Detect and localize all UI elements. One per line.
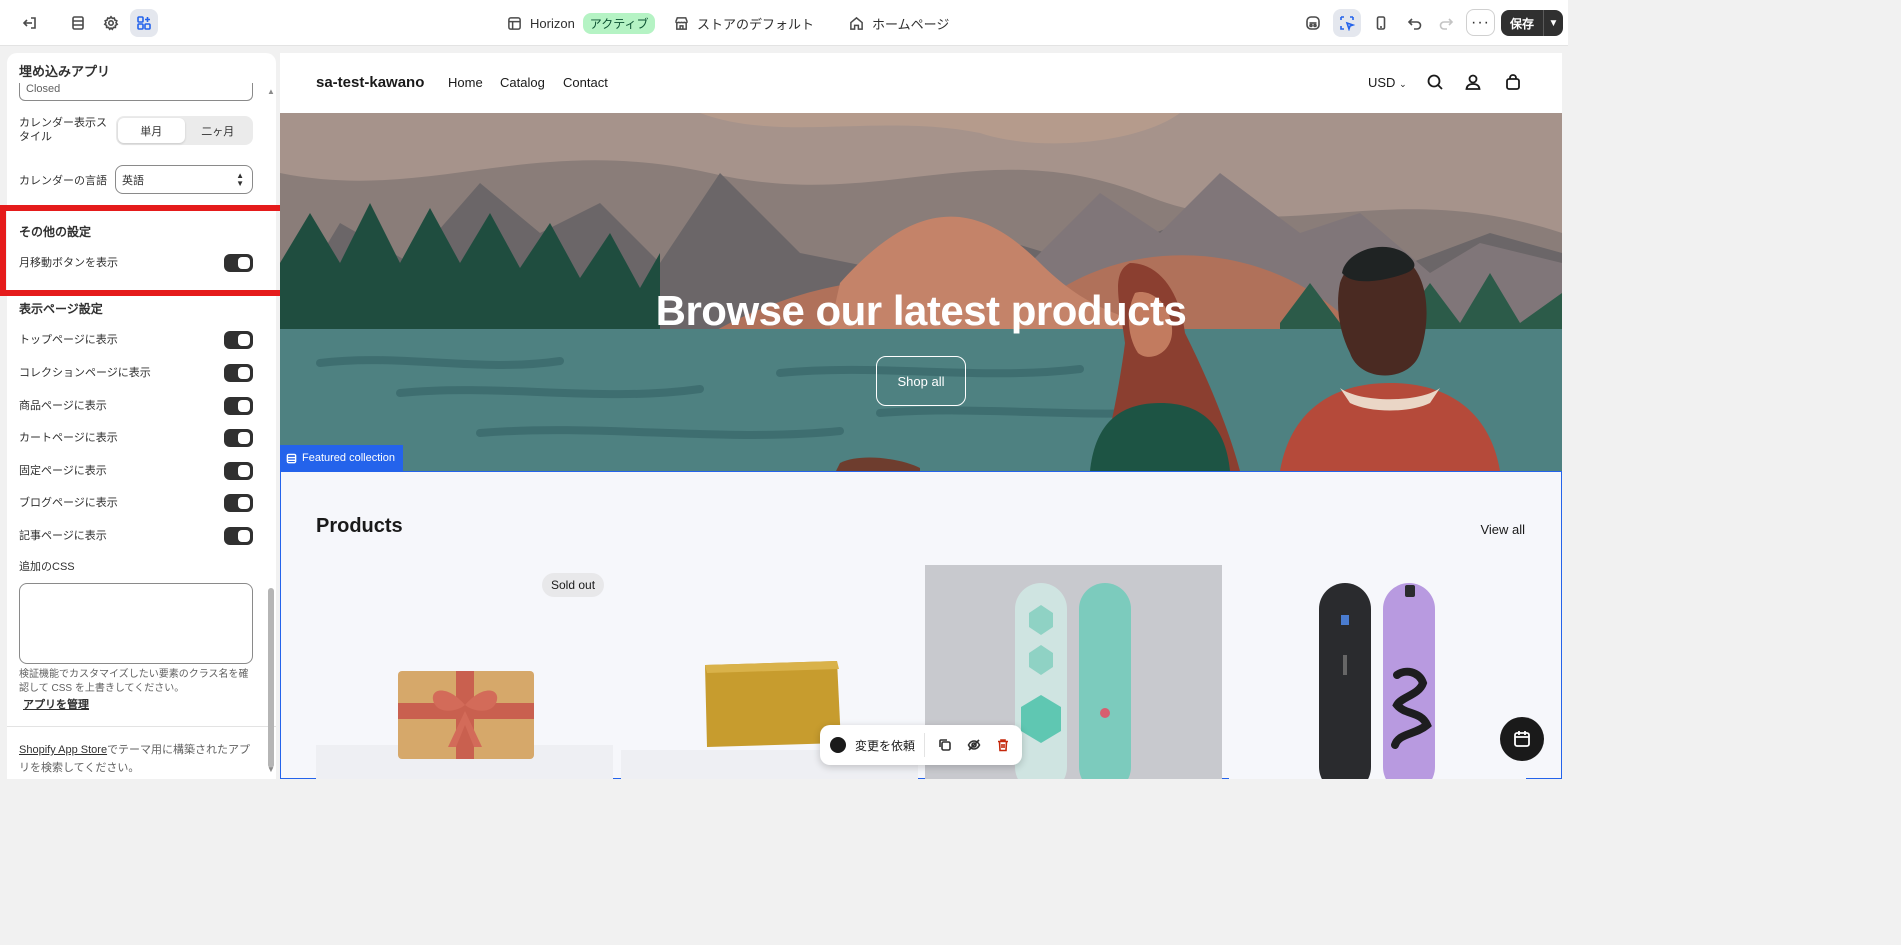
inspector-icon[interactable] bbox=[1299, 9, 1327, 37]
footer-note: Shopify App Storeでテーマ用に構築されたアプリを検索してください… bbox=[19, 741, 255, 777]
mobile-view-icon[interactable] bbox=[1367, 9, 1395, 37]
delete-icon[interactable] bbox=[994, 736, 1012, 754]
undo-icon[interactable] bbox=[1401, 9, 1429, 37]
page-setting-label: 商品ページに表示 bbox=[19, 400, 107, 412]
store-preview: sa-test-kawano Home Catalog Contact USD … bbox=[280, 53, 1562, 779]
scroll-up-icon[interactable]: ▲ bbox=[267, 87, 275, 96]
toggle-collection-page[interactable] bbox=[224, 364, 253, 382]
sold-out-badge: Sold out bbox=[542, 573, 605, 597]
toggle-article-page[interactable] bbox=[224, 527, 253, 545]
hero-banner: Browse our latest products Shop all bbox=[280, 113, 1562, 471]
calendar-style-label: カレンダー表示スタイル bbox=[19, 117, 107, 143]
currency-selector[interactable]: USD ⌄ bbox=[1368, 75, 1407, 90]
page-selector-label: ホームページ bbox=[872, 16, 950, 32]
nav-contact[interactable]: Contact bbox=[563, 75, 608, 90]
theme-name: Horizon bbox=[530, 15, 575, 31]
save-button[interactable]: 保存 ▼ bbox=[1501, 10, 1563, 36]
gear-icon[interactable] bbox=[97, 9, 125, 37]
more-options-button[interactable]: ··· bbox=[1466, 9, 1495, 36]
account-icon[interactable] bbox=[1464, 73, 1482, 91]
calendar-icon bbox=[1514, 731, 1530, 747]
product-card-snowboard-purple[interactable] bbox=[1229, 565, 1526, 779]
page-setting-label: ブログページに表示 bbox=[19, 497, 118, 509]
duplicate-icon[interactable] bbox=[936, 736, 954, 754]
products-title: Products bbox=[316, 515, 403, 537]
app-avatar-icon bbox=[830, 737, 846, 753]
editor-topbar: Horizon アクティブ ストアのデフォルト ホームページ ··· 保存 ▼ bbox=[0, 0, 1568, 46]
redo-icon[interactable] bbox=[1432, 9, 1460, 37]
toggle-product-page[interactable] bbox=[224, 397, 253, 415]
toggle-top-page[interactable] bbox=[224, 331, 253, 349]
toolbar-divider bbox=[924, 733, 926, 757]
calendar-fab-button[interactable] bbox=[1500, 717, 1544, 761]
shop-all-button[interactable]: Shop all bbox=[876, 356, 966, 406]
settings-sidebar: 埋め込みアプリ Closed カレンダー表示スタイル 単月 二ヶ月 カレンダーの… bbox=[7, 53, 276, 779]
sidebar-scrollbar[interactable]: ▲ ▼ bbox=[267, 83, 275, 774]
save-label: 保存 bbox=[1509, 16, 1534, 31]
toggle-cart-page[interactable] bbox=[224, 429, 253, 447]
closed-text-field[interactable]: Closed bbox=[19, 83, 253, 101]
scroll-down-icon[interactable]: ▼ bbox=[267, 765, 275, 774]
page-settings-title: 表示ページ設定 bbox=[19, 302, 103, 316]
select-cursor-icon[interactable] bbox=[1333, 9, 1361, 37]
css-label: 追加のCSS bbox=[19, 561, 75, 573]
nav-catalog[interactable]: Catalog bbox=[500, 75, 545, 90]
calendar-style-segment: 単月 二ヶ月 bbox=[116, 116, 253, 145]
snowboard-purple-image bbox=[1229, 565, 1526, 779]
page-setting-label: 固定ページに表示 bbox=[19, 465, 107, 477]
hide-icon[interactable] bbox=[965, 736, 983, 754]
product-card-gift[interactable]: Sold out bbox=[316, 565, 613, 779]
page-setting-label: コレクションページに表示 bbox=[19, 367, 151, 379]
toggle-fixed-page[interactable] bbox=[224, 462, 253, 480]
cart-icon[interactable] bbox=[1504, 73, 1522, 91]
exit-icon[interactable] bbox=[16, 9, 44, 37]
theme-selector[interactable]: Horizon アクティブ bbox=[507, 0, 656, 46]
app-store-link[interactable]: Shopify App Store bbox=[19, 744, 107, 756]
gift-box-image bbox=[316, 565, 613, 779]
page-setting-label: カートページに表示 bbox=[19, 432, 118, 444]
segment-single-month[interactable]: 単月 bbox=[118, 118, 185, 143]
layout-icon bbox=[508, 16, 521, 30]
sidebar-divider bbox=[7, 726, 276, 727]
store-icon bbox=[675, 16, 688, 30]
search-icon[interactable] bbox=[1426, 73, 1444, 91]
segment-two-months[interactable]: 二ヶ月 bbox=[185, 118, 252, 143]
view-all-link[interactable]: View all bbox=[1480, 522, 1525, 537]
calendar-lang-select[interactable]: 英語 ▲ ▼ bbox=[115, 165, 253, 194]
hero-title: Browse our latest products bbox=[655, 287, 1187, 334]
store-default-selector[interactable]: ストアのデフォルト bbox=[674, 0, 814, 46]
section-icon bbox=[286, 453, 297, 463]
nav-home[interactable]: Home bbox=[448, 75, 483, 90]
manage-app-link[interactable]: アプリを管理 bbox=[23, 696, 89, 712]
chevron-down-icon[interactable]: ▼ bbox=[1544, 18, 1563, 29]
sidebar-title: 埋め込みアプリ bbox=[19, 64, 111, 79]
page-selector[interactable]: ホームページ bbox=[849, 0, 949, 46]
toggle-blog-page[interactable] bbox=[224, 494, 253, 512]
select-chevrons-icon: ▲ ▼ bbox=[236, 171, 244, 188]
calendar-lang-label: カレンダーの言語 bbox=[19, 175, 107, 187]
home-icon bbox=[850, 16, 863, 30]
request-changes-bar: 変更を依頼 bbox=[820, 725, 1022, 765]
scroll-thumb[interactable] bbox=[268, 588, 274, 768]
highlight-annotation-box bbox=[0, 205, 287, 296]
page-setting-label: 記事ページに表示 bbox=[19, 530, 107, 542]
featured-collection-label: Featured collection bbox=[302, 452, 395, 464]
featured-collection-tag[interactable]: Featured collection bbox=[280, 445, 403, 471]
theme-status-badge: アクティブ bbox=[582, 12, 656, 34]
sections-icon[interactable] bbox=[64, 9, 92, 37]
page-setting-label: トップページに表示 bbox=[19, 334, 118, 346]
css-textarea[interactable] bbox=[19, 583, 253, 664]
request-changes-button[interactable]: 変更を依頼 bbox=[855, 737, 915, 754]
store-name[interactable]: sa-test-kawano bbox=[316, 74, 424, 91]
store-header: sa-test-kawano Home Catalog Contact USD … bbox=[280, 53, 1562, 113]
calendar-lang-value: 英語 bbox=[122, 174, 144, 187]
chevron-down-icon: ⌄ bbox=[1399, 79, 1407, 89]
css-help-text: 検証機能でカスタマイズしたい要素のクラス名を確認して CSS を上書きしてくださ… bbox=[19, 669, 249, 694]
apps-icon[interactable] bbox=[130, 9, 158, 37]
store-default-label: ストアのデフォルト bbox=[697, 16, 815, 32]
